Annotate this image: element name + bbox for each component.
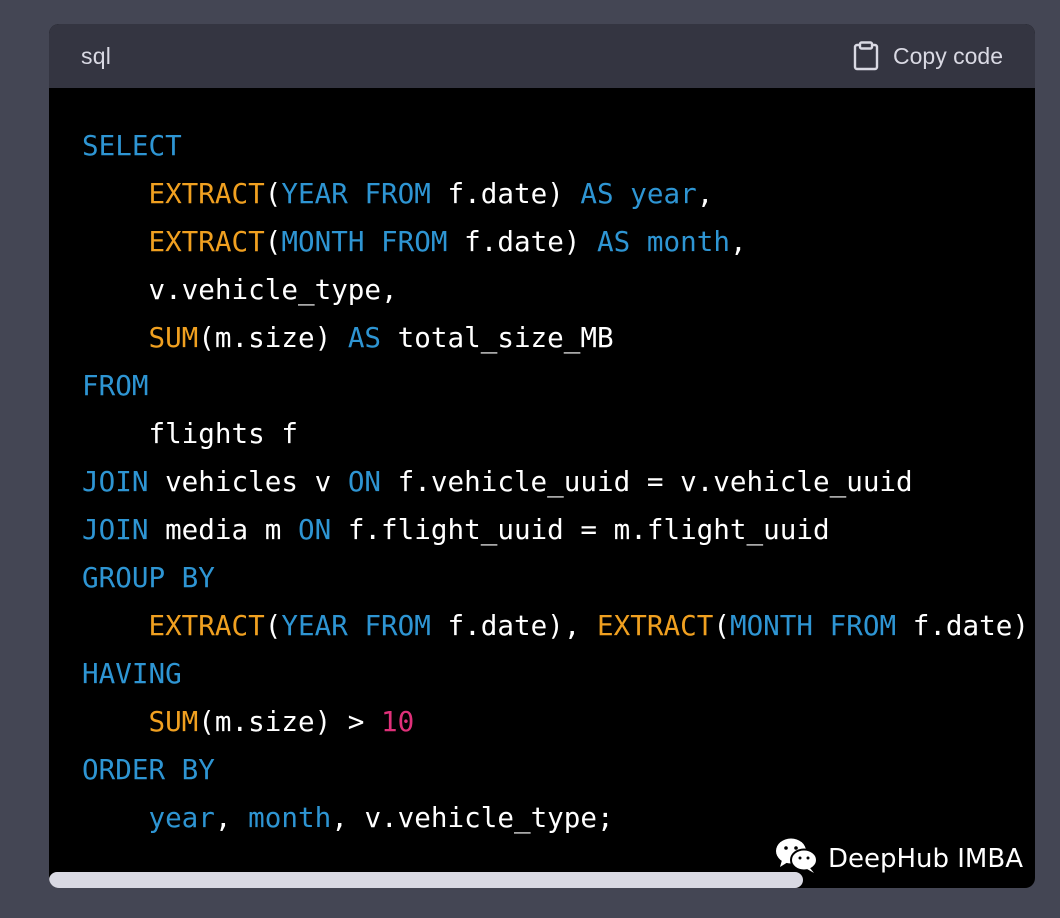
code-token: total_size_MB [381,321,614,354]
code-line: ORDER BY [82,753,215,786]
code-line: flights f [82,417,298,450]
code-token: , [729,225,747,258]
code-token: JOIN [82,465,149,498]
code-token: , [696,177,714,210]
code-line: SUM(m.size) > 10 [82,705,414,738]
code-token: AS [597,225,631,258]
code-token: month [248,801,332,834]
code-token: SUM [148,321,199,354]
copy-code-label: Copy code [893,42,1003,69]
code-token: AS [580,177,614,210]
code-token: ( [264,609,282,642]
sql-code: SELECT EXTRACT(YEAR FROM f.date) AS year… [49,88,1035,842]
code-token: ORDER BY [82,753,215,786]
code-line: EXTRACT(YEAR FROM f.date) AS year, [82,177,713,210]
code-token: month [646,225,730,258]
code-token: f.date) [447,225,598,258]
clipboard-icon [853,41,879,71]
code-token: f.date) [430,177,581,210]
code-line: FROM [82,369,148,402]
code-token: flights f [82,417,298,450]
code-token: , [214,801,249,834]
code-token: f.flight_uuid = m.flight_uuid [331,513,830,546]
code-line: year, month, v.vehicle_type; [82,801,614,834]
watermark: DeepHub IMBA [774,835,1023,882]
code-line: JOIN media m ON f.flight_uuid = m.flight… [82,513,830,546]
code-token: (m.size) > [198,705,382,738]
code-token: (m.size) [198,321,348,354]
code-token: JOIN [82,513,149,546]
copy-code-button[interactable]: Copy code [853,41,1003,71]
code-token: SELECT [82,129,182,162]
wechat-icon [774,835,820,882]
code-token: EXTRACT [148,177,265,210]
code-token: f.date), [430,609,598,642]
code-token: vehicles v [148,465,348,498]
code-token: HAVING [82,657,182,690]
code-line: HAVING [82,657,182,690]
code-token: EXTRACT [148,225,265,258]
code-token: MONTH FROM [729,609,897,642]
code-line: EXTRACT(YEAR FROM f.date), EXTRACT(MONTH… [82,609,1029,642]
code-token: GROUP BY [82,561,215,594]
code-token: EXTRACT [148,609,265,642]
code-body: SELECT EXTRACT(YEAR FROM f.date) AS year… [49,88,1035,888]
code-line: EXTRACT(MONTH FROM f.date) AS month, [82,225,747,258]
code-line: v.vehicle_type, [82,273,398,306]
code-token: YEAR FROM [281,177,431,210]
language-label: sql [81,42,112,69]
code-token: ( [713,609,730,642]
code-line: JOIN vehicles v ON f.vehicle_uuid = v.ve… [82,465,913,498]
code-line: SUM(m.size) AS total_size_MB [82,321,614,354]
code-token: year [148,801,215,834]
watermark-text: DeepHub IMBA [827,843,1023,874]
code-token: , v.vehicle_type; [331,801,614,834]
code-token: SUM [148,705,199,738]
code-token: YEAR FROM [281,609,431,642]
code-block: sql Copy code SELECT EXTRACT(YEAR FROM f… [49,24,1035,888]
code-token: ( [264,225,282,258]
code-token: ON [297,513,332,546]
code-token: 10 [381,705,415,738]
horizontal-scrollbar-thumb[interactable] [49,872,803,888]
code-token: MONTH FROM [281,225,448,258]
code-token: media m [148,513,298,546]
code-token: EXTRACT [597,609,714,642]
code-token: f.vehicle_uuid = v.vehicle_uuid [381,465,913,498]
code-line: GROUP BY [82,561,215,594]
code-token: ( [264,177,282,210]
code-line: SELECT [82,129,182,162]
code-token: FROM [82,369,149,402]
code-token: v.vehicle_type, [82,273,398,306]
code-header: sql Copy code [49,24,1035,88]
code-token: AS [347,321,382,354]
code-token: f.date) [896,609,1029,642]
code-token: year [630,177,697,210]
code-token: ON [347,465,382,498]
